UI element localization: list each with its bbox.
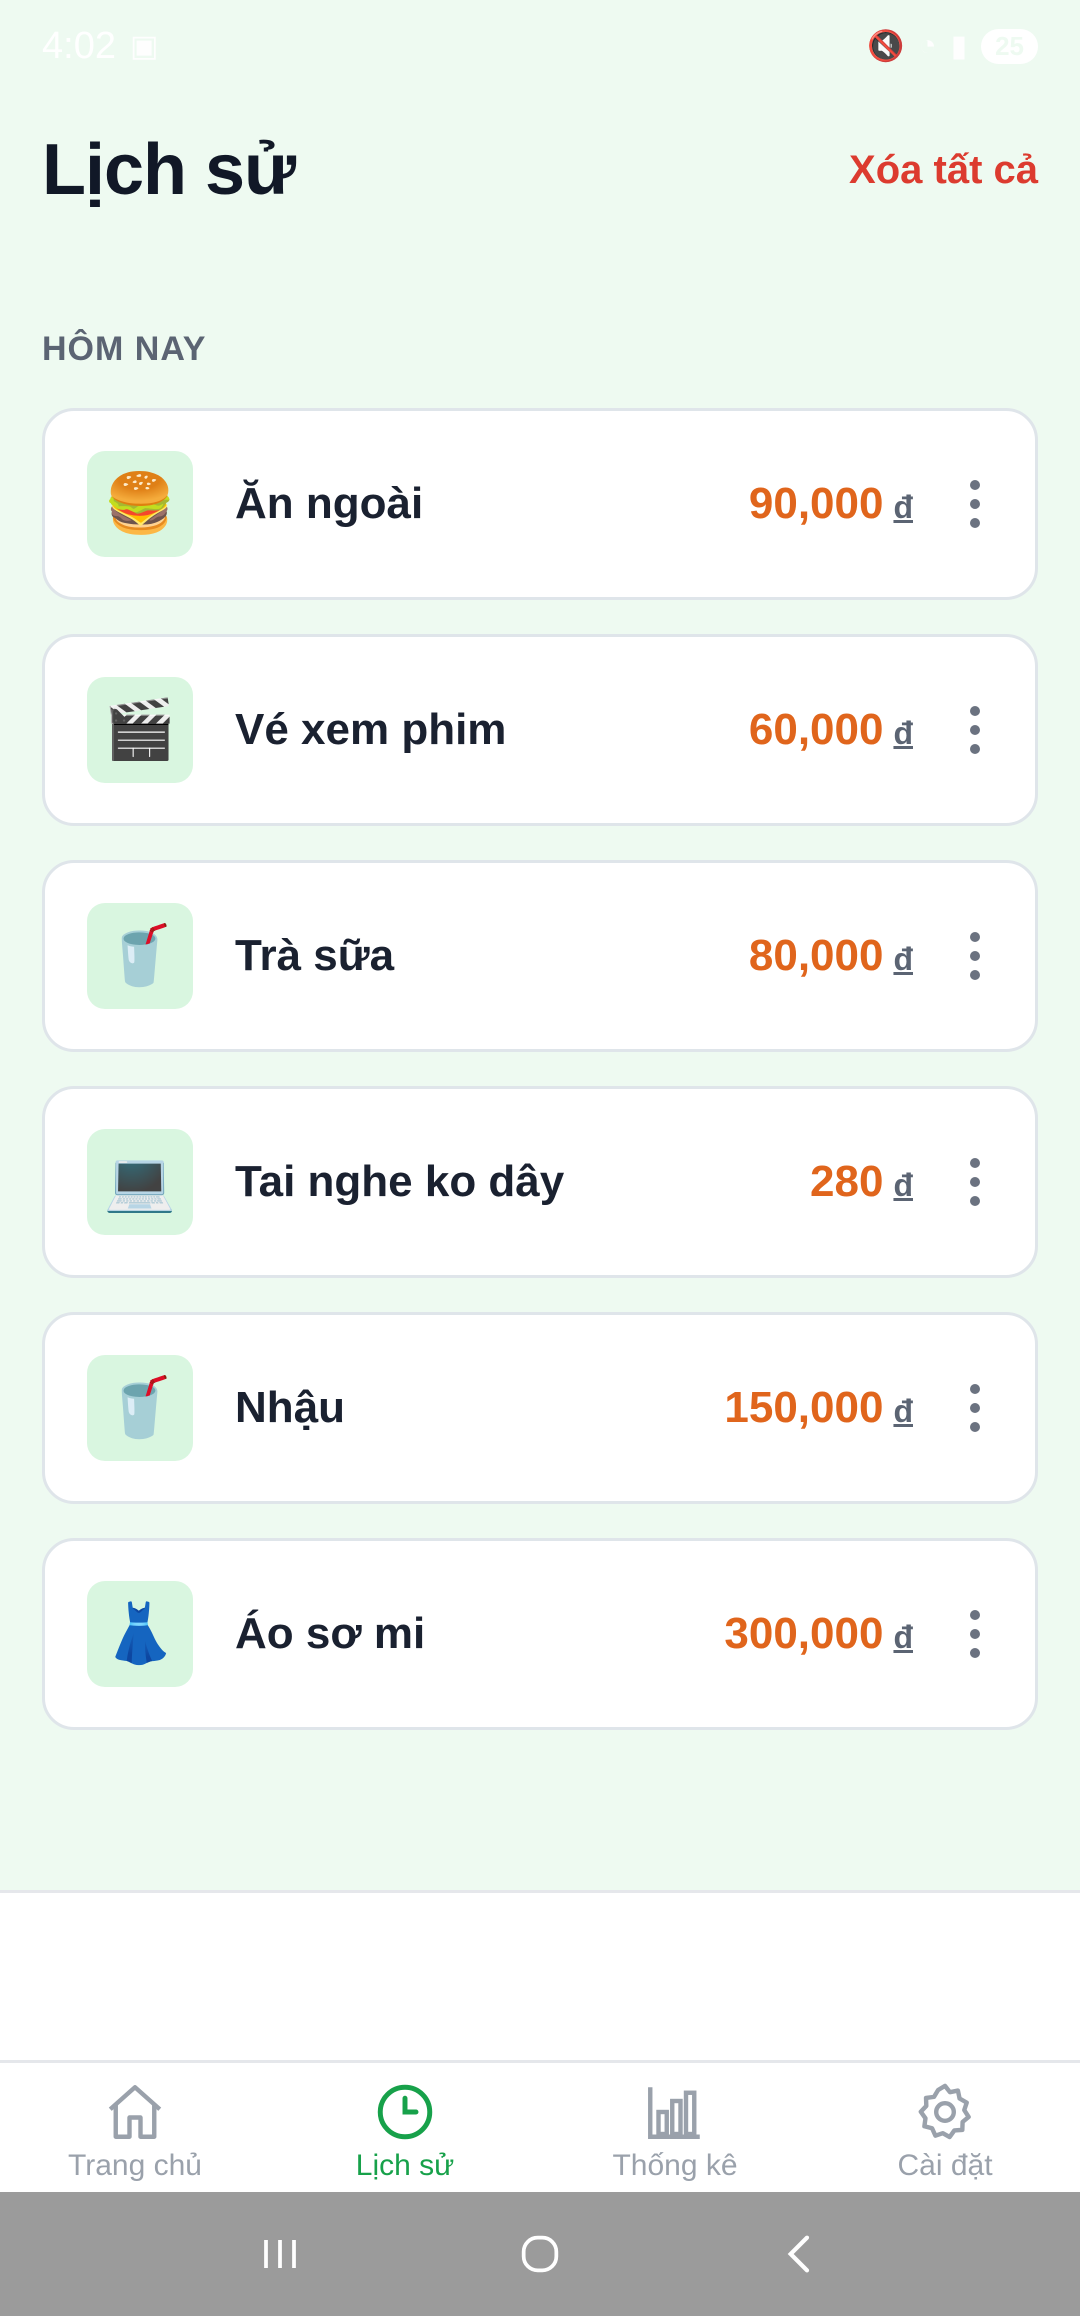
home-icon [108, 2085, 162, 2139]
currency-symbol: đ [893, 489, 913, 525]
currency-symbol: đ [893, 1167, 913, 1203]
home-circle-icon [521, 2235, 559, 2273]
expense-card[interactable]: 🥤 Trà sữa 80,000 đ [42, 860, 1038, 1052]
more-options-icon[interactable] [945, 1368, 1005, 1448]
amount-value: 60,000 [748, 705, 884, 754]
expense-amount: 60,000 đ [749, 705, 913, 755]
expense-name: Trà sữa [235, 931, 395, 980]
expense-name: Tai nghe ko dây [235, 1157, 565, 1206]
expense-card[interactable]: 🍔 Ăn ngoài 90,000 đ [42, 408, 1038, 600]
screenshot-icon: ▣ [129, 29, 159, 63]
expense-card[interactable]: 🥤 Nhậu 150,000 đ [42, 1312, 1038, 1504]
tab-label: Trang chủ [68, 2149, 202, 2182]
currency-symbol: đ [893, 1619, 913, 1655]
signal-icon: ▮ [950, 29, 968, 63]
clapperboard-icon: 🎬 [87, 677, 193, 783]
tab-label: Cài đặt [897, 2149, 993, 2182]
hamburger-icon: 🍔 [87, 451, 193, 557]
expense-name: Vé xem phim [235, 705, 507, 754]
bottom-tab-bar: Trang chủ Lịch sử Thống kê Cài đặt [0, 2060, 1080, 2192]
tab-statistics[interactable]: Thống kê [540, 2079, 810, 2183]
expense-list: 🍔 Ăn ngoài 90,000 đ 🎬 Vé xem phim 60,000… [42, 408, 1038, 1764]
amount-value: 150,000 [724, 1383, 884, 1432]
back-icon [787, 2235, 810, 2273]
page-title: Lịch sử [42, 130, 296, 210]
bar-chart-icon [648, 2087, 700, 2139]
expense-card[interactable]: 🎬 Vé xem phim 60,000 đ [42, 634, 1038, 826]
expense-name: Nhậu [235, 1383, 345, 1432]
laptop-icon: 💻 [87, 1129, 193, 1235]
expense-name: Ăn ngoài [235, 479, 424, 528]
amount-value: 280 [810, 1157, 884, 1206]
tab-label: Lịch sử [355, 2149, 455, 2182]
content-footer-area [0, 1890, 1080, 2062]
currency-symbol: đ [893, 941, 913, 977]
expense-name: Áo sơ mi [235, 1609, 426, 1658]
amount-value: 80,000 [748, 931, 884, 980]
expense-amount: 150,000 đ [724, 1383, 913, 1433]
recent-apps-icon [264, 2240, 296, 2268]
status-right: 🔇 ◔ ▮ 25 [867, 28, 1038, 64]
expense-card[interactable]: 💻 Tai nghe ko dây 280 đ [42, 1086, 1038, 1278]
section-label-today: HÔM NAY [42, 330, 207, 368]
dress-icon: 👗 [87, 1581, 193, 1687]
clock-icon [377, 2084, 433, 2140]
expense-card[interactable]: 👗 Áo sơ mi 300,000 đ [42, 1538, 1038, 1730]
more-options-icon[interactable] [945, 1142, 1005, 1222]
back-button[interactable] [750, 2214, 850, 2294]
expense-amount: 90,000 đ [749, 479, 913, 529]
tab-settings[interactable]: Cài đặt [810, 2079, 1080, 2183]
more-options-icon[interactable] [945, 464, 1005, 544]
gear-icon [918, 2083, 971, 2140]
home-button[interactable] [490, 2214, 590, 2294]
status-bar: 4:02 ▣ 🔇 ◔ ▮ 25 [0, 0, 1080, 92]
cup-with-straw-icon: 🥤 [87, 1355, 193, 1461]
tab-history[interactable]: Lịch sử [270, 2079, 540, 2183]
cup-with-straw-icon: 🥤 [87, 903, 193, 1009]
currency-symbol: đ [893, 1393, 913, 1429]
mute-icon: 🔇 [867, 29, 905, 63]
expense-amount: 300,000 đ [724, 1609, 913, 1659]
expense-amount: 280 đ [810, 1157, 913, 1207]
header: Lịch sử Xóa tất cả [42, 120, 1038, 220]
tab-home[interactable]: Trang chủ [0, 2079, 270, 2183]
recent-apps-button[interactable] [230, 2214, 330, 2294]
wifi-icon: ◔ [918, 29, 937, 62]
currency-symbol: đ [893, 715, 913, 751]
amount-value: 90,000 [748, 479, 884, 528]
battery-icon: 25 [981, 28, 1038, 64]
more-options-icon[interactable] [945, 916, 1005, 996]
more-options-icon[interactable] [945, 1594, 1005, 1674]
system-navigation-bar [0, 2192, 1080, 2316]
expense-amount: 80,000 đ [749, 931, 913, 981]
more-options-icon[interactable] [945, 690, 1005, 770]
clear-all-button[interactable]: Xóa tất cả [849, 148, 1038, 193]
status-time: 4:02 [42, 24, 116, 67]
status-left: 4:02 ▣ [42, 25, 158, 68]
amount-value: 300,000 [724, 1609, 884, 1658]
tab-label: Thống kê [612, 2149, 738, 2182]
